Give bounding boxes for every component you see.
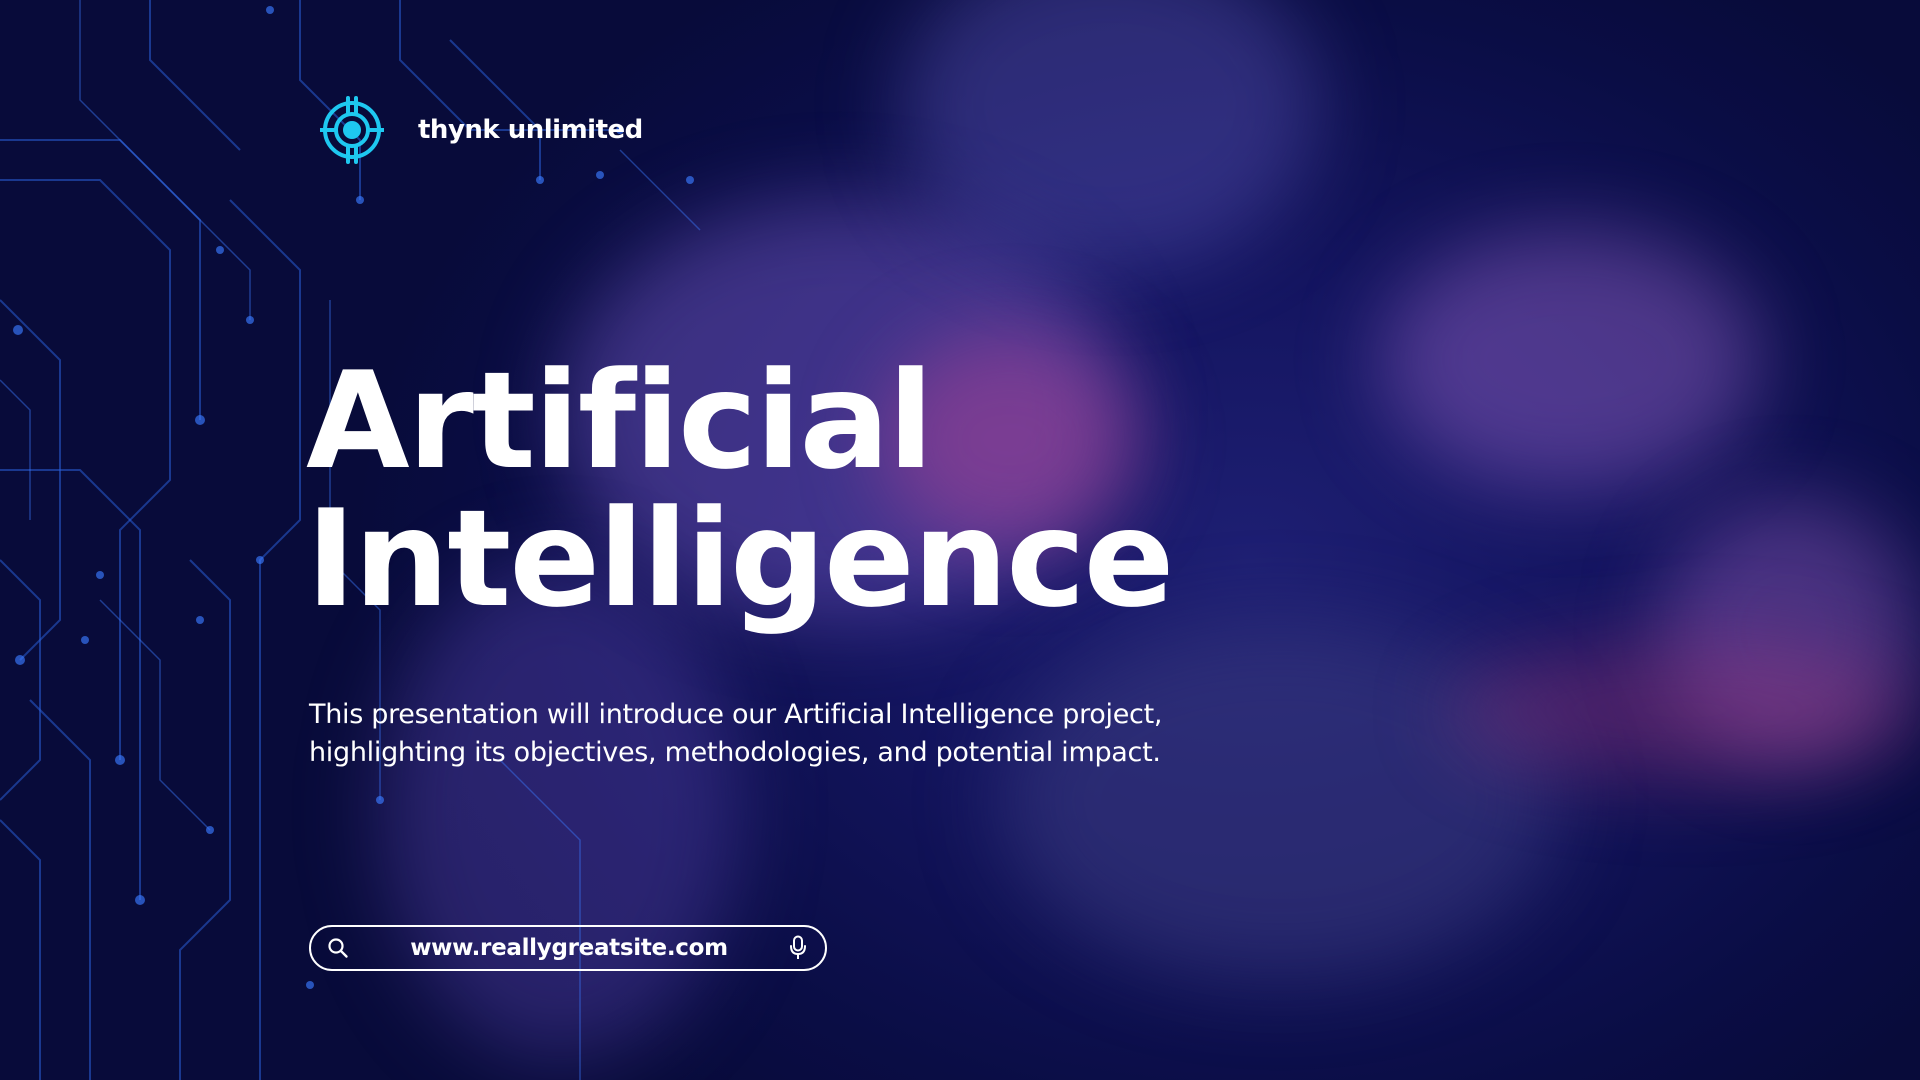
crosshair-target-icon: [320, 96, 384, 164]
brand-name: thynk unlimited: [418, 115, 643, 145]
search-icon: [328, 938, 348, 958]
slide-title: Artificial Intelligence: [306, 343, 1174, 637]
slide-subtitle: This presentation will introduce our Art…: [309, 696, 1162, 772]
subtitle-line-1: This presentation will introduce our Art…: [309, 699, 1163, 730]
website-search-bar: www.reallygreatsite.com: [309, 925, 827, 971]
presentation-slide: thynk unlimited Artificial Intelligence …: [0, 0, 1920, 1080]
title-line-2: Intelligence: [306, 481, 1174, 637]
website-url: www.reallygreatsite.com: [410, 935, 728, 961]
microphone-icon: [790, 935, 806, 959]
subtitle-line-2: highlighting its objectives, methodologi…: [309, 737, 1161, 768]
title-line-1: Artificial: [306, 343, 934, 499]
brand-logo: thynk unlimited: [320, 96, 643, 164]
